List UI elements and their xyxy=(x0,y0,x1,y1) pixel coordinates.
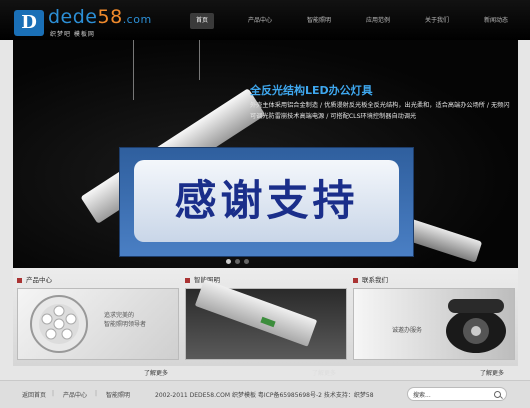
learn-more-link[interactable]: 了解更多 xyxy=(312,368,336,377)
search-placeholder: 搜索... xyxy=(413,392,431,399)
panel-title: 联系我们 xyxy=(353,274,388,284)
main-nav: 首页 产品中心 智能照明 应用范例 关于我们 新闻动态 xyxy=(0,13,530,29)
footer-separator: | xyxy=(95,390,98,397)
bullet-icon xyxy=(17,277,22,283)
logo-subtitle: 织梦吧 模板网 xyxy=(50,31,95,38)
feature-panels: 产品中心 追求完美的 智能照明领导者 了解更多 智能照明 了解更多 联系我们 xyxy=(13,268,518,377)
slider-dot[interactable] xyxy=(235,259,240,264)
nav-item-products[interactable]: 产品中心 xyxy=(248,13,272,29)
nav-item-lighting[interactable]: 智能照明 xyxy=(307,13,331,29)
panel-image[interactable]: 了解更多 xyxy=(185,279,347,377)
panel-lighting: 智能照明 了解更多 xyxy=(181,268,347,377)
footer-link-home[interactable]: 返回首页 xyxy=(22,390,46,399)
banner-title: 全反光结构LED办公灯具 xyxy=(250,84,373,97)
telephone-icon xyxy=(446,299,506,353)
panel-image[interactable]: 追求完美的 智能照明领导者 了解更多 xyxy=(17,288,179,377)
nav-item-news[interactable]: 新闻动态 xyxy=(484,13,508,29)
panel-image[interactable]: 诚邀办服务 了解更多 xyxy=(353,288,515,377)
nav-item-home[interactable]: 首页 xyxy=(190,13,215,29)
bullet-icon xyxy=(185,277,190,283)
learn-more-link[interactable]: 了解更多 xyxy=(480,368,504,377)
overlay-badge: 感谢支持 xyxy=(119,147,414,257)
lamp-wire xyxy=(133,40,134,100)
footer-link-products[interactable]: 产品中心 xyxy=(63,390,87,399)
header: D dede58.com 织梦吧 模板网 首页 产品中心 智能照明 应用范例 关… xyxy=(0,0,530,40)
banner-description: 外壳主体采用铝合金制造 / 优质漫射反光板全反光结构，出光柔和，适合高端办公场所… xyxy=(250,102,510,120)
panel-contact: 联系我们 诚邀办服务 了解更多 xyxy=(349,268,515,377)
slider-dots xyxy=(226,259,253,266)
panel-products: 产品中心 追求完美的 智能照明领导者 了解更多 xyxy=(13,268,179,377)
copyright-text: 2002-2011 DEDE58.COM 织梦模板 粤ICP备65985698号… xyxy=(155,392,374,399)
footer: 返回首页 | 产品中心 | 智能照明 2002-2011 DEDE58.COM … xyxy=(0,380,530,408)
led-lamp-icon xyxy=(30,295,88,353)
learn-more-link[interactable]: 了解更多 xyxy=(144,368,168,377)
panel-title: 产品中心 xyxy=(17,274,52,284)
panel-caption: 追求完美的 智能照明领导者 xyxy=(104,312,147,328)
search-icon[interactable] xyxy=(494,391,501,398)
search-input[interactable]: 搜索... xyxy=(407,387,507,401)
bullet-icon xyxy=(353,277,358,283)
overlay-text: 感谢支持 xyxy=(134,160,399,242)
slider-dot[interactable] xyxy=(244,259,249,264)
footer-separator: | xyxy=(52,390,55,397)
footer-link-lighting[interactable]: 智能照明 xyxy=(106,390,130,399)
panel-caption: 诚邀办服务 xyxy=(392,327,423,334)
lamp-image xyxy=(194,279,318,347)
nav-item-cases[interactable]: 应用范例 xyxy=(366,13,390,29)
nav-item-about[interactable]: 关于我们 xyxy=(425,13,449,29)
lamp-wire xyxy=(199,40,200,80)
slider-dot[interactable] xyxy=(226,259,231,264)
